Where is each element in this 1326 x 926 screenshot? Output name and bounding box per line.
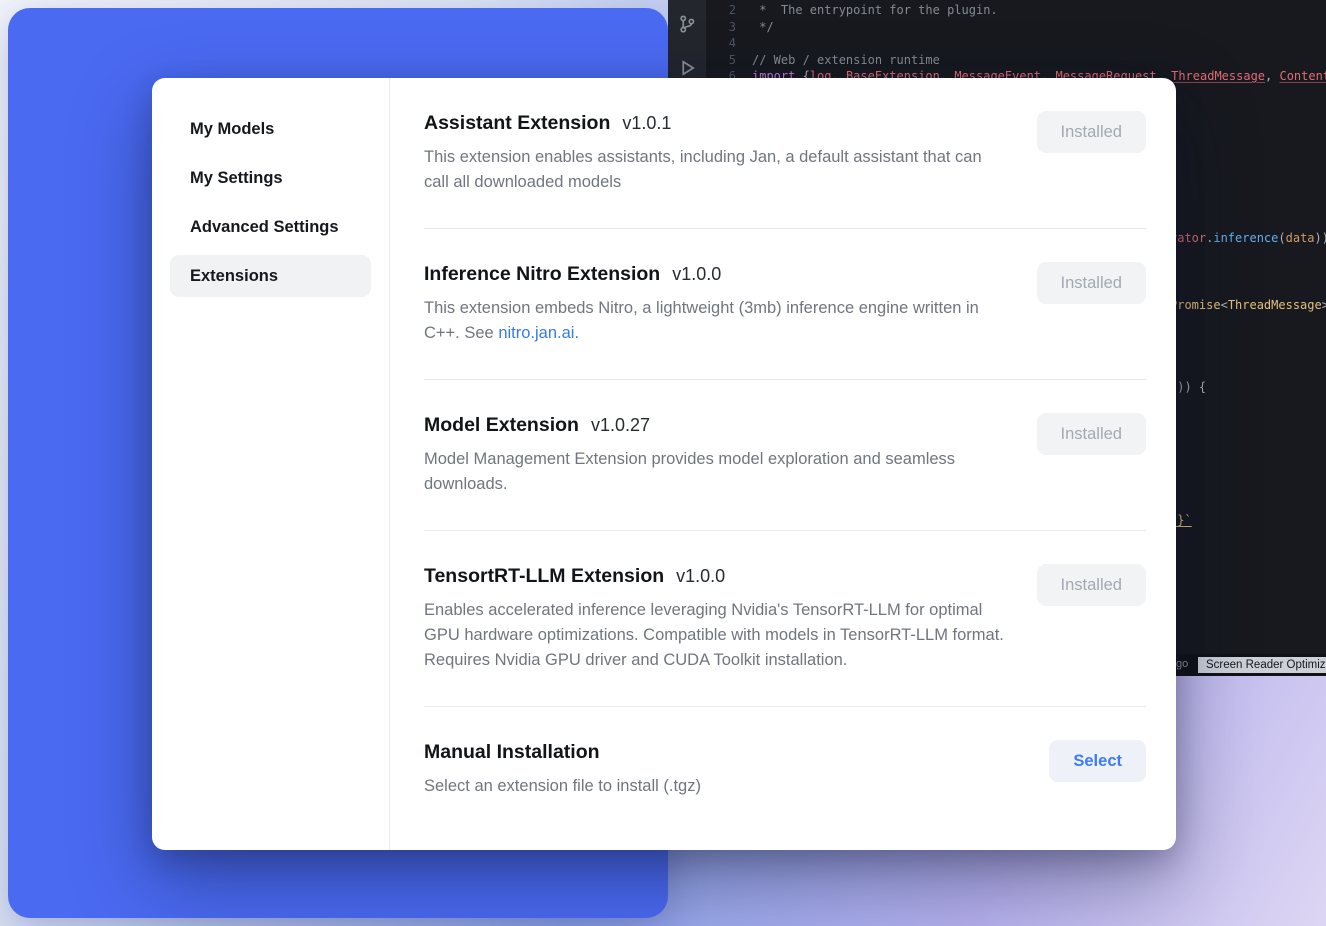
settings-sidebar: My Models My Settings Advanced Settings … [152,78,390,850]
extension-info: Inference Nitro Extension v1.0.0 This ex… [424,262,1006,346]
extension-info: TensortRT-LLM Extension v1.0.0 Enables a… [424,564,1006,673]
manual-installation-description: Select an extension file to install (.tg… [424,774,1006,799]
sidebar-item-label: Advanced Settings [190,218,339,237]
run-debug-icon[interactable] [677,58,697,78]
extension-title: Inference Nitro Extension v1.0.0 [424,262,1006,286]
extension-row-model: Model Extension v1.0.27 Model Management… [424,380,1146,531]
sidebar-item-label: My Settings [190,169,283,188]
page: 2 * The entrypoint for the plugin.3 */45… [0,0,1326,926]
code-fragment: rator.inference(data)); [1170,230,1326,246]
extension-title: Manual Installation [424,740,1006,764]
extension-row-tensorrt-llm: TensortRT-LLM Extension v1.0.0 Enables a… [424,531,1146,707]
extension-name: Assistant Extension [424,111,610,135]
extension-info: Manual Installation Select an extension … [424,740,1006,799]
sidebar-item-advanced-settings[interactable]: Advanced Settings [170,206,371,248]
extension-title: TensortRT-LLM Extension v1.0.0 [424,564,1006,588]
source-control-icon[interactable] [677,14,697,34]
installed-button[interactable]: Installed [1037,413,1146,455]
extension-description: Model Management Extension provides mode… [424,447,1006,497]
code-lines: 2 * The entrypoint for the plugin.3 */45… [720,2,1326,85]
manual-installation-row: Manual Installation Select an extension … [424,707,1146,832]
extension-description: This extension enables assistants, inclu… [424,145,1006,195]
nitro-jan-ai-link[interactable]: nitro.jan.ai. [498,324,579,342]
extension-version: v1.0.0 [672,262,721,286]
extension-name: Inference Nitro Extension [424,262,660,286]
extension-info: Assistant Extension v1.0.1 This extensio… [424,111,1006,195]
sidebar-item-my-models[interactable]: My Models [170,108,371,150]
extension-row-assistant: Assistant Extension v1.0.1 This extensio… [424,78,1146,229]
extension-row-inference-nitro: Inference Nitro Extension v1.0.0 This ex… [424,229,1146,380]
extension-description: This extension embeds Nitro, a lightweig… [424,296,1006,346]
extension-version: v1.0.0 [676,564,725,588]
select-file-button[interactable]: Select [1049,740,1146,782]
installed-button[interactable]: Installed [1037,564,1146,606]
status-text: go [1176,658,1188,670]
installed-button[interactable]: Installed [1037,262,1146,304]
extensions-list: Assistant Extension v1.0.1 This extensio… [390,78,1176,850]
extension-version: v1.0.1 [622,111,671,135]
sidebar-item-label: Extensions [190,267,278,286]
extension-description: Enables accelerated inference leveraging… [424,598,1006,673]
sidebar-item-extensions[interactable]: Extensions [170,255,371,297]
extension-name: Model Extension [424,413,579,437]
extension-info: Model Extension v1.0.27 Model Management… [424,413,1006,497]
extension-title: Model Extension v1.0.27 [424,413,1006,437]
code-fragment: Promise<ThreadMessage> [1170,297,1326,313]
manual-installation-title: Manual Installation [424,740,600,764]
screen-reader-status-badge[interactable]: Screen Reader Optimized [1198,657,1326,673]
settings-modal: My Models My Settings Advanced Settings … [152,78,1176,850]
installed-button[interactable]: Installed [1037,111,1146,153]
sidebar-item-my-settings[interactable]: My Settings [170,157,371,199]
extension-version: v1.0.27 [591,413,650,437]
extension-title: Assistant Extension v1.0.1 [424,111,1006,135]
sidebar-item-label: My Models [190,120,274,139]
extension-name: TensortRT-LLM Extension [424,564,664,588]
